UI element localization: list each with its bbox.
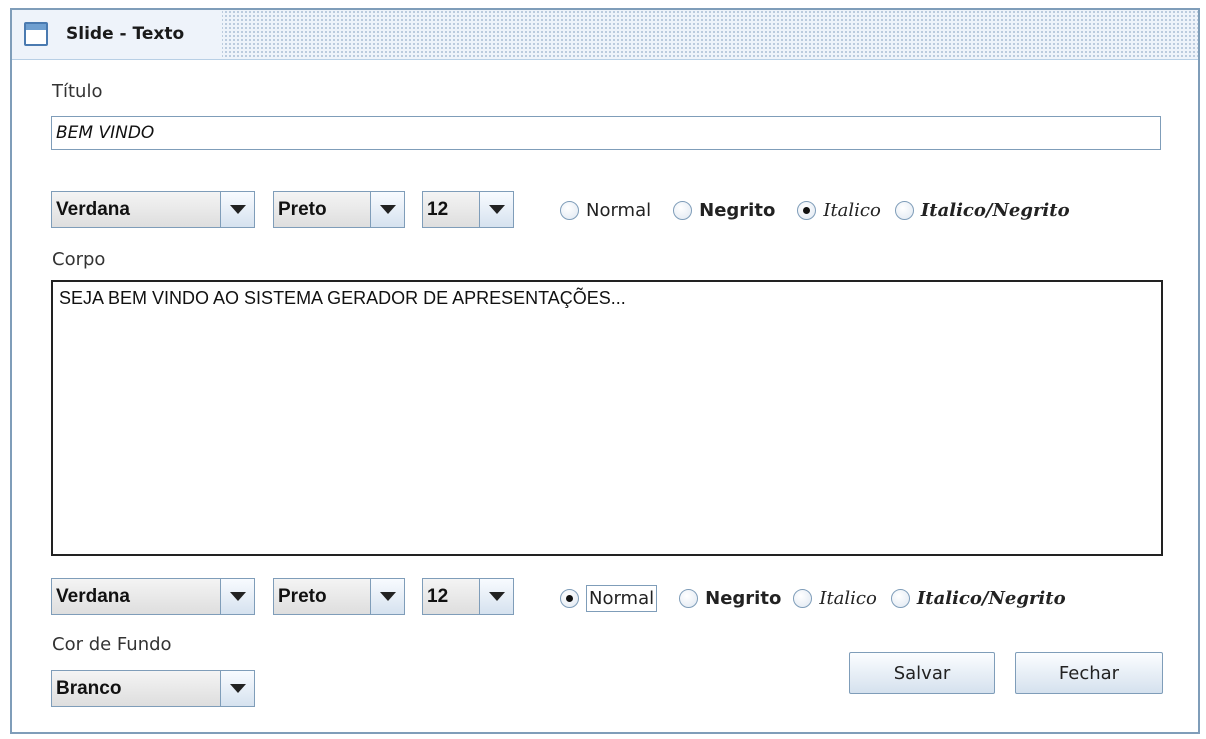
corpo-style-normal-label: Normal [586,584,658,612]
cor-de-fundo-label: Cor de Fundo [52,634,172,655]
corpo-style-italico-negrito-label: Italico/Negrito [916,587,1066,609]
radio-icon[interactable] [793,588,813,608]
corpo-style-italico-label: Italico [819,587,877,609]
close-button[interactable]: Fechar [1015,652,1163,694]
chevron-down-icon[interactable] [220,671,254,706]
corpo-style-negrito-label: Negrito [705,587,782,609]
radio-icon[interactable] [894,200,914,220]
title-area: Slide - Texto [12,10,222,58]
titulo-style-italico-negrito[interactable]: Italico/Negrito [894,199,1070,221]
radio-checked-icon[interactable] [560,588,579,608]
corpo-color-value: Preto [278,585,327,607]
titulo-size-value: 12 [427,198,449,220]
chevron-down-icon[interactable] [479,579,513,614]
titulo-style-negrito[interactable]: Negrito [673,200,775,221]
chevron-down-icon[interactable] [220,579,254,614]
titulo-input-value: BEM VINDO [56,123,155,143]
chevron-down-icon[interactable] [370,192,404,227]
corpo-size-value: 12 [427,585,449,607]
corpo-color-select[interactable]: Preto [273,578,405,615]
radio-checked-icon[interactable] [797,200,817,220]
titulo-label: Título [52,81,103,102]
corpo-style-group: Normal Negrito Italico Italico/Negrito [560,581,1088,615]
corpo-font-select[interactable]: Verdana [51,578,255,615]
titulo-style-negrito-label: Negrito [699,199,776,221]
titulo-font-select[interactable]: Verdana [51,191,255,228]
titulo-style-normal-label: Normal [586,199,652,221]
cor-de-fundo-select[interactable]: Branco [51,670,255,707]
titulo-font-value: Verdana [56,198,130,220]
corpo-style-italico-negrito[interactable]: Italico/Negrito [890,587,1066,609]
save-button[interactable]: Salvar [849,652,995,694]
corpo-label: Corpo [52,249,106,270]
radio-icon[interactable] [673,200,693,220]
titulo-style-italico[interactable]: Italico [797,200,881,221]
titulo-input[interactable]: BEM VINDO [51,116,1161,150]
titulo-color-select[interactable]: Preto [273,191,405,228]
corpo-textarea[interactable]: SEJA BEM VINDO AO SISTEMA GERADOR DE APR… [51,280,1163,556]
corpo-style-normal[interactable]: Normal [560,584,658,612]
corpo-textarea-value: SEJA BEM VINDO AO SISTEMA GERADOR DE APR… [59,288,626,308]
corpo-style-italico[interactable]: Italico [793,588,877,609]
cor-de-fundo-value: Branco [56,677,122,699]
titulo-style-group: Normal Negrito Italico Italico/Negrito [560,193,1092,227]
title-bar[interactable]: Slide - Texto [12,10,1198,60]
radio-icon[interactable] [890,588,910,608]
chevron-down-icon[interactable] [479,192,513,227]
corpo-size-select[interactable]: 12 [422,578,514,615]
window-title: Slide - Texto [66,24,185,44]
chevron-down-icon[interactable] [370,579,404,614]
titulo-color-value: Preto [278,198,327,220]
titulo-style-italico-label: Italico [823,199,881,221]
radio-icon[interactable] [560,200,579,220]
corpo-font-value: Verdana [56,585,130,607]
titulo-size-select[interactable]: 12 [422,191,514,228]
chevron-down-icon[interactable] [220,192,254,227]
titulo-style-normal[interactable]: Normal [560,200,651,221]
titulo-style-italico-negrito-label: Italico/Negrito [920,199,1070,221]
corpo-style-negrito[interactable]: Negrito [679,588,781,609]
window-icon[interactable] [24,22,48,46]
radio-icon[interactable] [679,588,699,608]
